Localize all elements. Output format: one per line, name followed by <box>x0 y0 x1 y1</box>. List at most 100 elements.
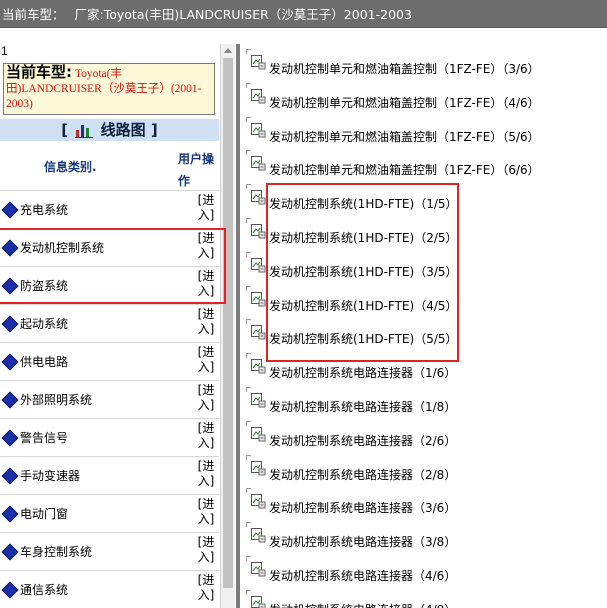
enter-link[interactable]: [进入] <box>197 231 215 261</box>
blue-diamond-icon <box>1 543 19 560</box>
document-row[interactable]: 发动机控制系统电路连接器（1/8） <box>240 386 607 420</box>
document-image-icon <box>251 460 266 476</box>
enter-link[interactable]: [进入] <box>197 421 215 451</box>
document-row[interactable]: 发动机控制单元和燃油箱盖控制（1FZ-FE）（5/6） <box>240 116 607 150</box>
system-row: 充电系统 [进入] <box>0 190 219 228</box>
column-headers: 信息类别. 用户操作 <box>0 144 219 188</box>
system-name[interactable]: 发动机控制系统 <box>20 239 104 256</box>
blue-diamond-icon <box>1 467 19 484</box>
document-row[interactable]: 发动机控制单元和燃油箱盖控制（1FZ-FE）（4/6） <box>240 82 607 116</box>
enter-link[interactable]: [进入] <box>197 459 215 489</box>
system-row: 通信系统 [进入] <box>0 570 219 608</box>
system-list: 充电系统 [进入] 发动机控制系统 [进入] 防盗系统 [进入] 起动系统 [进入] 供电电路 [… <box>0 190 219 608</box>
document-image-icon <box>251 426 266 442</box>
document-row[interactable]: 发动机控制系统电路连接器（3/6） <box>240 487 607 521</box>
system-name[interactable]: 外部照明系统 <box>20 391 92 408</box>
bar-chart-icon <box>75 125 94 138</box>
system-row: 车身控制系统 [进入] <box>0 532 219 570</box>
document-link[interactable]: 发动机控制系统电路连接器（3/6） <box>269 499 456 516</box>
system-name[interactable]: 电动门窗 <box>20 505 68 522</box>
enter-link[interactable]: [进入] <box>197 535 215 565</box>
document-row[interactable]: 发动机控制系统电路连接器（2/8） <box>240 454 607 488</box>
document-row[interactable]: 发动机控制系统(1HD-FTE)（4/5） <box>240 285 607 319</box>
document-link[interactable]: 发动机控制系统(1HD-FTE)（2/5） <box>269 229 458 246</box>
system-name[interactable]: 警告信号 <box>20 429 68 446</box>
system-row: 供电电路 [进入] <box>0 342 219 380</box>
document-image-icon <box>251 359 266 374</box>
enter-link[interactable]: [进入] <box>197 573 215 603</box>
document-image-icon <box>251 528 266 543</box>
left-pane: 1 当前车型: Toyota(丰田)LANDCRUISER（沙莫王子）(2001… <box>0 44 236 608</box>
document-image-icon <box>251 122 266 138</box>
document-image-icon <box>251 257 266 273</box>
document-image-icon <box>251 494 266 509</box>
document-row[interactable]: 发动机控制系统电路连接器（4/8） <box>240 589 607 608</box>
left-vertical-scrollbar[interactable] <box>220 44 235 608</box>
scrollbar-thumb[interactable] <box>223 58 233 588</box>
system-row: 电动门窗 [进入] <box>0 494 219 532</box>
document-link[interactable]: 发动机控制系统(1HD-FTE)（5/5） <box>269 330 458 347</box>
enter-link[interactable]: [进入] <box>197 193 215 223</box>
document-row[interactable]: 发动机控制系统(1HD-FTE)（2/5） <box>240 217 607 251</box>
document-link[interactable]: 发动机控制单元和燃油箱盖控制（1FZ-FE）（5/6） <box>269 128 540 145</box>
enter-link[interactable]: [进入] <box>197 383 215 413</box>
document-image-icon <box>251 393 266 408</box>
document-link[interactable]: 发动机控制系统电路连接器（2/6） <box>269 432 456 449</box>
blue-diamond-icon <box>1 353 19 370</box>
title-bar: 当前车型： 厂家:Toyota(丰田)LANDCRUISER（沙莫王子）2001… <box>0 0 607 28</box>
document-link[interactable]: 发动机控制系统(1HD-FTE)（3/5） <box>269 263 458 280</box>
system-row: 发动机控制系统 [进入] <box>0 228 219 266</box>
document-link[interactable]: 发动机控制系统电路连接器（1/6） <box>269 364 456 381</box>
document-row[interactable]: 发动机控制系统电路连接器（4/6） <box>240 555 607 589</box>
document-row[interactable]: 发动机控制系统电路连接器（1/6） <box>240 352 607 386</box>
document-image-icon <box>251 224 266 239</box>
document-link[interactable]: 发动机控制系统电路连接器（4/6） <box>269 567 456 584</box>
enter-link[interactable]: [进入] <box>197 269 215 299</box>
document-link[interactable]: 发动机控制系统(1HD-FTE)（4/5） <box>269 297 458 314</box>
blue-diamond-icon <box>1 201 19 218</box>
document-row[interactable]: 发动机控制系统(1HD-FTE)（3/5） <box>240 251 607 285</box>
document-image-icon <box>251 190 266 205</box>
system-row: 起动系统 [进入] <box>0 304 219 342</box>
document-link[interactable]: 发动机控制单元和燃油箱盖控制（1FZ-FE）（4/6） <box>269 94 540 111</box>
scroll-up-arrow-icon[interactable] <box>224 48 232 53</box>
system-row: 手动变速器 [进入] <box>0 456 219 494</box>
document-link[interactable]: 发动机控制系统电路连接器（2/8） <box>269 466 456 483</box>
document-row[interactable]: 发动机控制单元和燃油箱盖控制（1FZ-FE）（3/6） <box>240 48 607 82</box>
system-name[interactable]: 防盗系统 <box>20 277 68 294</box>
system-name[interactable]: 起动系统 <box>20 315 68 332</box>
system-row: 防盗系统 [进入] <box>0 266 219 304</box>
document-row[interactable]: 发动机控制系统电路连接器（3/8） <box>240 521 607 555</box>
diagram-header: [ 线路图 ] <box>0 119 219 141</box>
document-link[interactable]: 发动机控制系统电路连接器（4/8） <box>269 601 456 608</box>
document-link[interactable]: 发动机控制单元和燃油箱盖控制（1FZ-FE）（3/6） <box>269 60 540 77</box>
enter-link[interactable]: [进入] <box>197 345 215 375</box>
document-link[interactable]: 发动机控制单元和燃油箱盖控制（1FZ-FE）（6/6） <box>269 161 540 178</box>
document-row[interactable]: 发动机控制单元和燃油箱盖控制（1FZ-FE）（6/6） <box>240 149 607 183</box>
document-link[interactable]: 发动机控制系统(1HD-FTE)（1/5） <box>269 195 458 212</box>
system-name[interactable]: 供电电路 <box>20 353 68 370</box>
document-row[interactable]: 发动机控制系统电路连接器（2/6） <box>240 420 607 454</box>
system-name[interactable]: 通信系统 <box>20 581 68 598</box>
document-image-icon <box>251 562 266 577</box>
blue-diamond-icon <box>1 581 19 598</box>
right-pane: 发动机控制单元和燃油箱盖控制（1FZ-FE）（3/6） 发动机控制单元和燃油箱盖控… <box>240 44 607 608</box>
blue-diamond-icon <box>1 505 19 522</box>
bracket-close: ] <box>150 121 158 139</box>
system-name[interactable]: 充电系统 <box>20 201 68 218</box>
document-link[interactable]: 发动机控制系统电路连接器（3/8） <box>269 533 456 550</box>
system-name[interactable]: 手动变速器 <box>20 467 80 484</box>
blue-diamond-icon <box>1 239 19 256</box>
diagram-header-title: 线路图 <box>100 121 146 139</box>
enter-link[interactable]: [进入] <box>197 497 215 527</box>
title-text: 厂家:Toyota(丰田)LANDCRUISER（沙莫王子）2001-2003 <box>74 7 412 22</box>
document-row[interactable]: 发动机控制系统(1HD-FTE)（5/5） <box>240 318 607 352</box>
system-name[interactable]: 车身控制系统 <box>20 543 92 560</box>
title-label: 当前车型： <box>2 7 65 22</box>
document-image-icon <box>251 88 266 104</box>
document-row[interactable]: 发动机控制系统(1HD-FTE)（1/5） <box>240 183 607 217</box>
enter-link[interactable]: [进入] <box>197 307 215 337</box>
document-image-icon <box>251 325 266 340</box>
column-user-op: 用户操作 <box>178 152 215 188</box>
document-link[interactable]: 发动机控制系统电路连接器（1/8） <box>269 398 456 415</box>
